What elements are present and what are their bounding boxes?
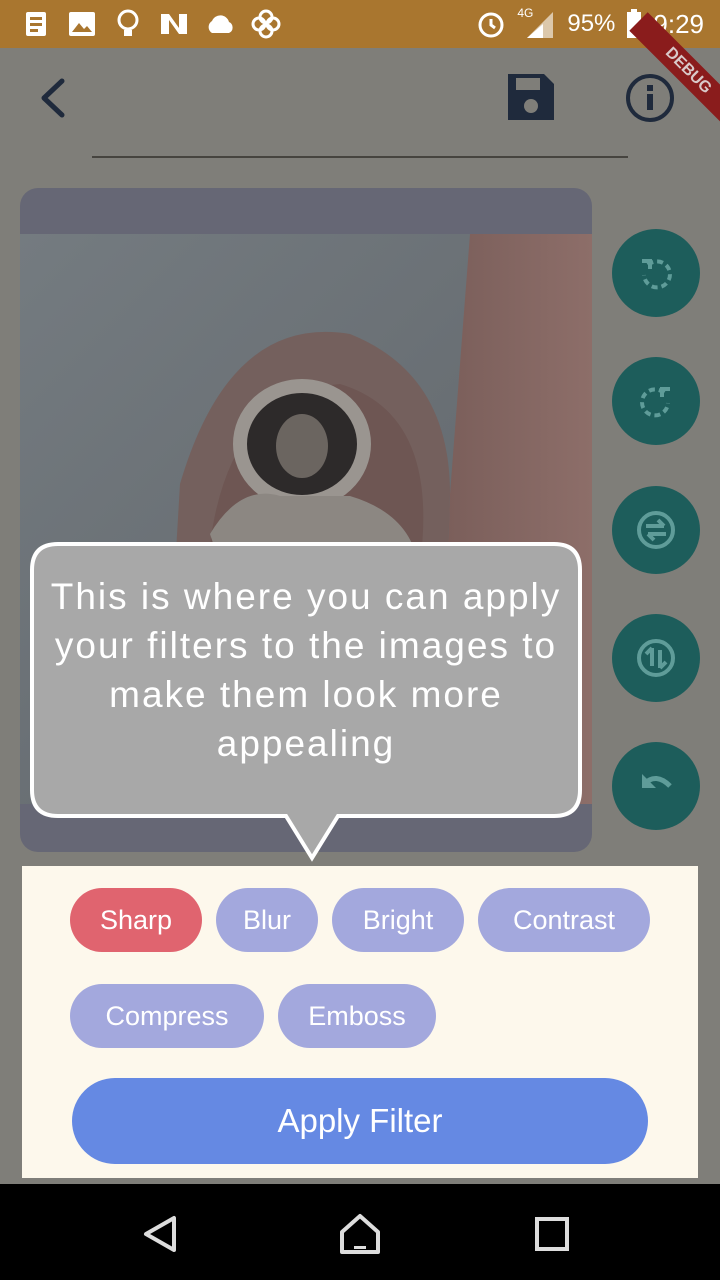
apply-filter-button[interactable]: Apply Filter (72, 1078, 648, 1164)
status-bar: 4G 95% 9:29 (0, 0, 720, 48)
flip-vertical-button[interactable] (612, 614, 700, 702)
app-bar (0, 48, 720, 168)
rotate-left-icon (642, 259, 672, 290)
cloud-icon (204, 8, 236, 40)
title-divider (92, 156, 628, 158)
flip-vertical-icon (637, 639, 675, 677)
filter-panel: Sharp Blur Bright Contrast Compress Embo… (22, 866, 698, 1178)
undo-button[interactable] (612, 742, 700, 830)
battery-percent: 95% (567, 10, 616, 37)
recents-nav-icon[interactable] (524, 1206, 580, 1262)
filter-chip-contrast[interactable]: Contrast (478, 888, 650, 952)
alarm-icon (475, 8, 507, 40)
flip-horizontal-button[interactable] (612, 486, 700, 574)
back-nav-icon[interactable] (132, 1206, 188, 1262)
system-nav-bar (0, 1184, 720, 1280)
n-app-icon (158, 8, 190, 40)
info-icon[interactable] (620, 70, 680, 126)
filter-chip-bright[interactable]: Bright (332, 888, 464, 952)
flower-icon (250, 8, 282, 40)
back-arrow-icon[interactable] (30, 73, 80, 123)
filter-chip-blur[interactable]: Blur (216, 888, 318, 952)
filter-chip-emboss[interactable]: Emboss (278, 984, 436, 1048)
lightbulb-icon (112, 8, 144, 40)
contacts-icon (20, 8, 52, 40)
filter-chip-compress[interactable]: Compress (70, 984, 264, 1048)
undo-icon (642, 774, 672, 788)
home-nav-icon[interactable] (332, 1206, 388, 1262)
flip-horizontal-icon (637, 511, 675, 549)
signal-icon: 4G (517, 6, 557, 40)
rotate-right-icon (640, 387, 670, 418)
rotate-right-button[interactable] (612, 357, 700, 445)
tutorial-tooltip[interactable]: This is where you can apply your filters… (30, 542, 582, 862)
save-icon[interactable] (500, 70, 560, 126)
image-icon (66, 8, 98, 40)
filter-chip-sharp[interactable]: Sharp (70, 888, 202, 952)
rotate-left-button[interactable] (612, 229, 700, 317)
tooltip-text: This is where you can apply your filters… (50, 576, 562, 764)
